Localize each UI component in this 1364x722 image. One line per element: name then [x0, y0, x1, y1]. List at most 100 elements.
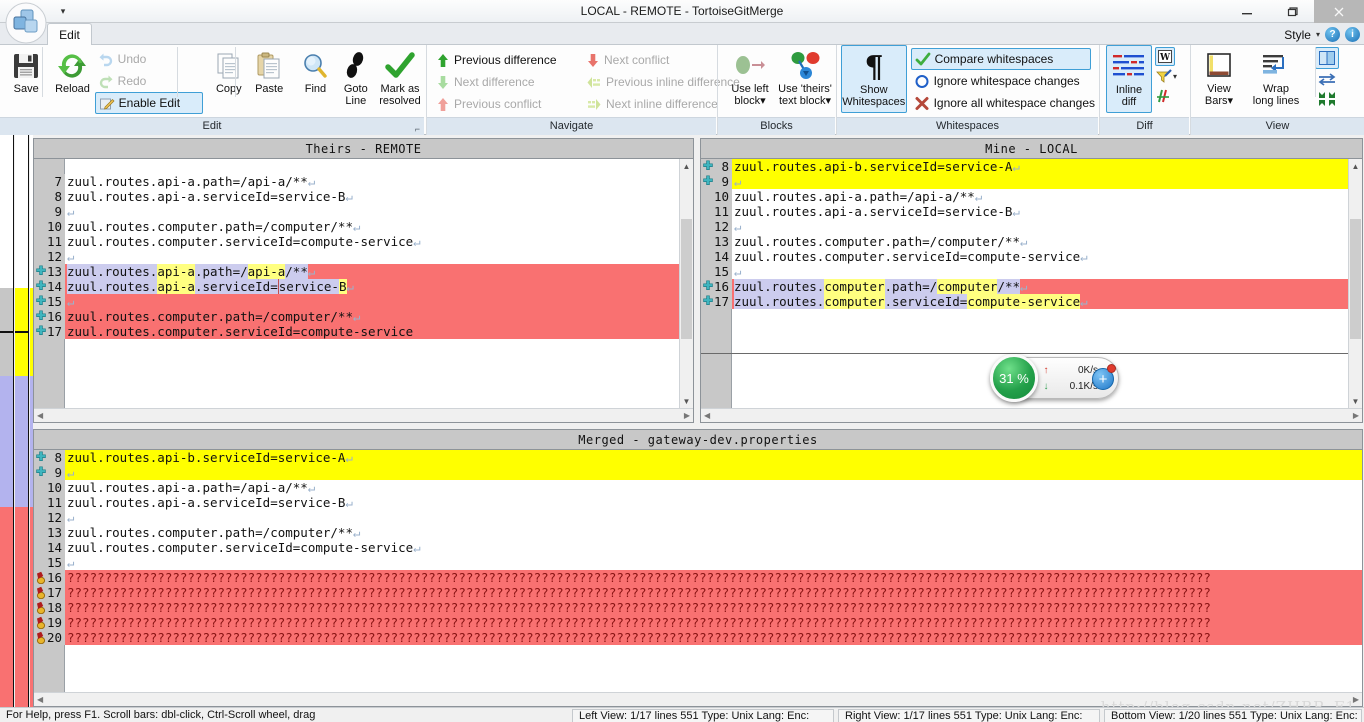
code-line[interactable]: 16 zuul.routes.computer.path=/computer/**…	[34, 309, 679, 324]
compare-whitespaces-button[interactable]: Compare whitespaces	[910, 48, 1091, 70]
use-theirs-text-block-button[interactable]: Use 'theirs' text block▾	[776, 45, 834, 107]
line-text[interactable]: zuul.routes.api-a.path=/api-a/**↵	[65, 480, 1362, 495]
hash-strokes-button[interactable]	[1155, 86, 1177, 106]
line-text[interactable]: zuul.routes.api-a.path=/api-a/**↵	[65, 174, 679, 189]
code-lines-merged[interactable]: 8 zuul.routes.api-b.serviceId=service-A↵ 9…	[34, 450, 1362, 692]
line-text[interactable]: zuul.routes.computer.serviceId=compute-s…	[732, 249, 1348, 264]
ignore-whitespace-changes-button[interactable]: Ignore whitespace changes	[911, 70, 1098, 92]
show-whitespaces-button[interactable]: ¶ Show Whitespaces	[841, 45, 907, 113]
line-text[interactable]: ↵	[65, 294, 679, 309]
line-text[interactable]: ↵	[732, 264, 1348, 279]
code-line[interactable]: 12 ↵	[34, 510, 1362, 525]
code-line[interactable]: 15 ↵	[701, 264, 1348, 279]
code-line[interactable]: 10 zuul.routes.computer.path=/computer/**…	[34, 219, 679, 234]
line-text[interactable]: ????????????????????????????????????????…	[65, 630, 1362, 645]
line-text[interactable]: zuul.routes.computer.path=/computer/**↵	[65, 219, 679, 234]
scroll-thumb[interactable]	[1350, 219, 1361, 339]
line-text[interactable]: ????????????????????????????????????????…	[65, 570, 1362, 585]
code-line[interactable]: 17??????????????????????????????????????…	[34, 585, 1362, 600]
scroll-down-arrow-icon[interactable]: ▼	[680, 394, 693, 408]
vertical-scrollbar-mine[interactable]: ▲ ▼	[1348, 159, 1362, 408]
code-line[interactable]: 20??????????????????????????????????????…	[34, 630, 1362, 645]
line-text[interactable]: ↵	[732, 174, 1348, 189]
scroll-up-arrow-icon[interactable]: ▲	[680, 159, 693, 173]
reload-button[interactable]: Reload	[52, 45, 92, 95]
line-text[interactable]: zuul.routes.api-a.path=/api-a/**↵	[732, 189, 1348, 204]
scroll-thumb[interactable]	[681, 219, 692, 339]
scroll-right-arrow-icon[interactable]: ▶	[684, 411, 690, 420]
style-label[interactable]: Style	[1284, 28, 1311, 42]
code-line[interactable]: 9 ↵	[34, 204, 679, 219]
code-line[interactable]: 16 zuul.routes.computer.path=/computer/**…	[701, 279, 1348, 294]
code-line[interactable]: 18??????????????????????????????????????…	[34, 600, 1362, 615]
view-bars-button[interactable]: View Bars▾	[1195, 45, 1243, 107]
help-icon[interactable]: ?	[1325, 27, 1340, 42]
code-line[interactable]: 10 zuul.routes.api-a.path=/api-a/**↵	[701, 189, 1348, 204]
pane-body-theirs[interactable]: 7 zuul.routes.api-a.path=/api-a/**↵ 8 zuul.…	[34, 159, 693, 422]
app-logo-icon[interactable]	[4, 2, 48, 44]
maximize-button[interactable]	[1269, 0, 1314, 23]
line-text[interactable]: zuul.routes.api-a.path=/api-a/**↵	[65, 264, 679, 279]
line-text[interactable]: zuul.routes.api-a.serviceId=service-B↵	[65, 495, 1362, 510]
line-text[interactable]: zuul.routes.api-a.serviceId=service-B↵	[65, 189, 679, 204]
code-line[interactable]: 8 zuul.routes.api-a.serviceId=service-B↵	[34, 189, 679, 204]
line-text[interactable]: ↵	[65, 204, 679, 219]
line-text[interactable]: ↵	[732, 219, 1348, 234]
line-text[interactable]: ↵	[65, 555, 1362, 570]
line-text[interactable]: ????????????????????????????????????????…	[65, 615, 1362, 630]
code-line[interactable]: 10 zuul.routes.api-a.path=/api-a/**↵	[34, 480, 1362, 495]
swap-views-button[interactable]	[1315, 69, 1339, 89]
chevron-down-icon[interactable]: ▾	[760, 95, 766, 107]
code-line[interactable]: 12 ↵	[34, 249, 679, 264]
code-line[interactable]	[701, 324, 1348, 339]
code-line[interactable]: 9 ↵	[34, 465, 1362, 480]
line-text[interactable]: ↵	[65, 465, 1362, 480]
ignore-all-whitespace-changes-button[interactable]: Ignore all whitespace changes	[911, 92, 1098, 114]
line-text[interactable]: ↵	[65, 249, 679, 264]
code-line[interactable]	[701, 309, 1348, 324]
location-bar-mid[interactable]	[15, 135, 29, 707]
code-line[interactable]: 8 zuul.routes.api-b.serviceId=service-A↵	[34, 450, 1362, 465]
scroll-left-arrow-icon[interactable]: ◀	[704, 411, 710, 420]
collapse-views-button[interactable]	[1315, 89, 1339, 109]
code-line[interactable]: 9 ↵	[701, 174, 1348, 189]
empty-area[interactable]	[34, 645, 1362, 692]
horizontal-scrollbar-theirs[interactable]: ◀ ▶	[34, 408, 693, 422]
scroll-right-arrow-icon[interactable]: ▶	[1353, 411, 1359, 420]
word-diff-button[interactable]: W	[1155, 47, 1175, 66]
horizontal-scrollbar-mine[interactable]: ◀ ▶	[701, 408, 1362, 422]
find-button[interactable]: Find	[295, 45, 335, 95]
enable-edit-button[interactable]: Enable Edit	[94, 92, 203, 114]
location-bar-left[interactable]	[0, 135, 14, 707]
chevron-down-icon[interactable]: ▾	[1316, 30, 1320, 39]
code-line[interactable]: 12 ↵	[701, 219, 1348, 234]
scroll-up-arrow-icon[interactable]: ▲	[1349, 159, 1362, 173]
code-line[interactable]: 16??????????????????????????????????????…	[34, 570, 1362, 585]
line-text[interactable]: zuul.routes.computer.path=/computer/**↵	[732, 279, 1348, 294]
empty-area[interactable]	[34, 339, 679, 408]
code-line[interactable]	[34, 159, 679, 174]
previous-difference-button[interactable]: Previous difference	[433, 49, 583, 71]
code-line[interactable]: 13 zuul.routes.api-a.path=/api-a/**↵	[34, 264, 679, 279]
code-lines-theirs[interactable]: 7 zuul.routes.api-a.path=/api-a/**↵ 8 zuul.…	[34, 159, 679, 408]
copy-button[interactable]: Copy	[209, 45, 249, 95]
code-line[interactable]: 15 ↵	[34, 294, 679, 309]
wrap-long-lines-button[interactable]: Wrap long lines	[1243, 45, 1309, 107]
goto-line-button[interactable]: Goto Line	[336, 45, 376, 107]
inline-diff-button[interactable]: Inline diff	[1106, 45, 1152, 113]
code-line[interactable]: 7 zuul.routes.api-a.path=/api-a/**↵	[34, 174, 679, 189]
code-line[interactable]: 13 zuul.routes.computer.path=/computer/**…	[34, 525, 1362, 540]
line-text[interactable]: zuul.routes.computer.serviceId=compute-s…	[65, 234, 679, 249]
tab-edit[interactable]: Edit	[47, 23, 92, 46]
code-line[interactable]: 19??????????????????????????????????????…	[34, 615, 1362, 630]
code-line[interactable]: 14 zuul.routes.computer.serviceId=compute…	[34, 540, 1362, 555]
scroll-left-arrow-icon[interactable]: ◀	[37, 411, 43, 420]
scroll-left-arrow-icon[interactable]: ◀	[37, 695, 43, 704]
line-text[interactable]: ↵	[65, 510, 1362, 525]
line-text[interactable]: zuul.routes.api-b.serviceId=service-A↵	[65, 450, 1362, 465]
close-button[interactable]	[1314, 0, 1364, 23]
quick-access-toolbar-dropdown-icon[interactable]: ▾	[52, 1, 74, 21]
scroll-down-arrow-icon[interactable]: ▼	[1349, 394, 1362, 408]
two-pane-layout-button[interactable]	[1315, 47, 1339, 69]
chevron-down-icon[interactable]: ▾	[825, 95, 831, 107]
